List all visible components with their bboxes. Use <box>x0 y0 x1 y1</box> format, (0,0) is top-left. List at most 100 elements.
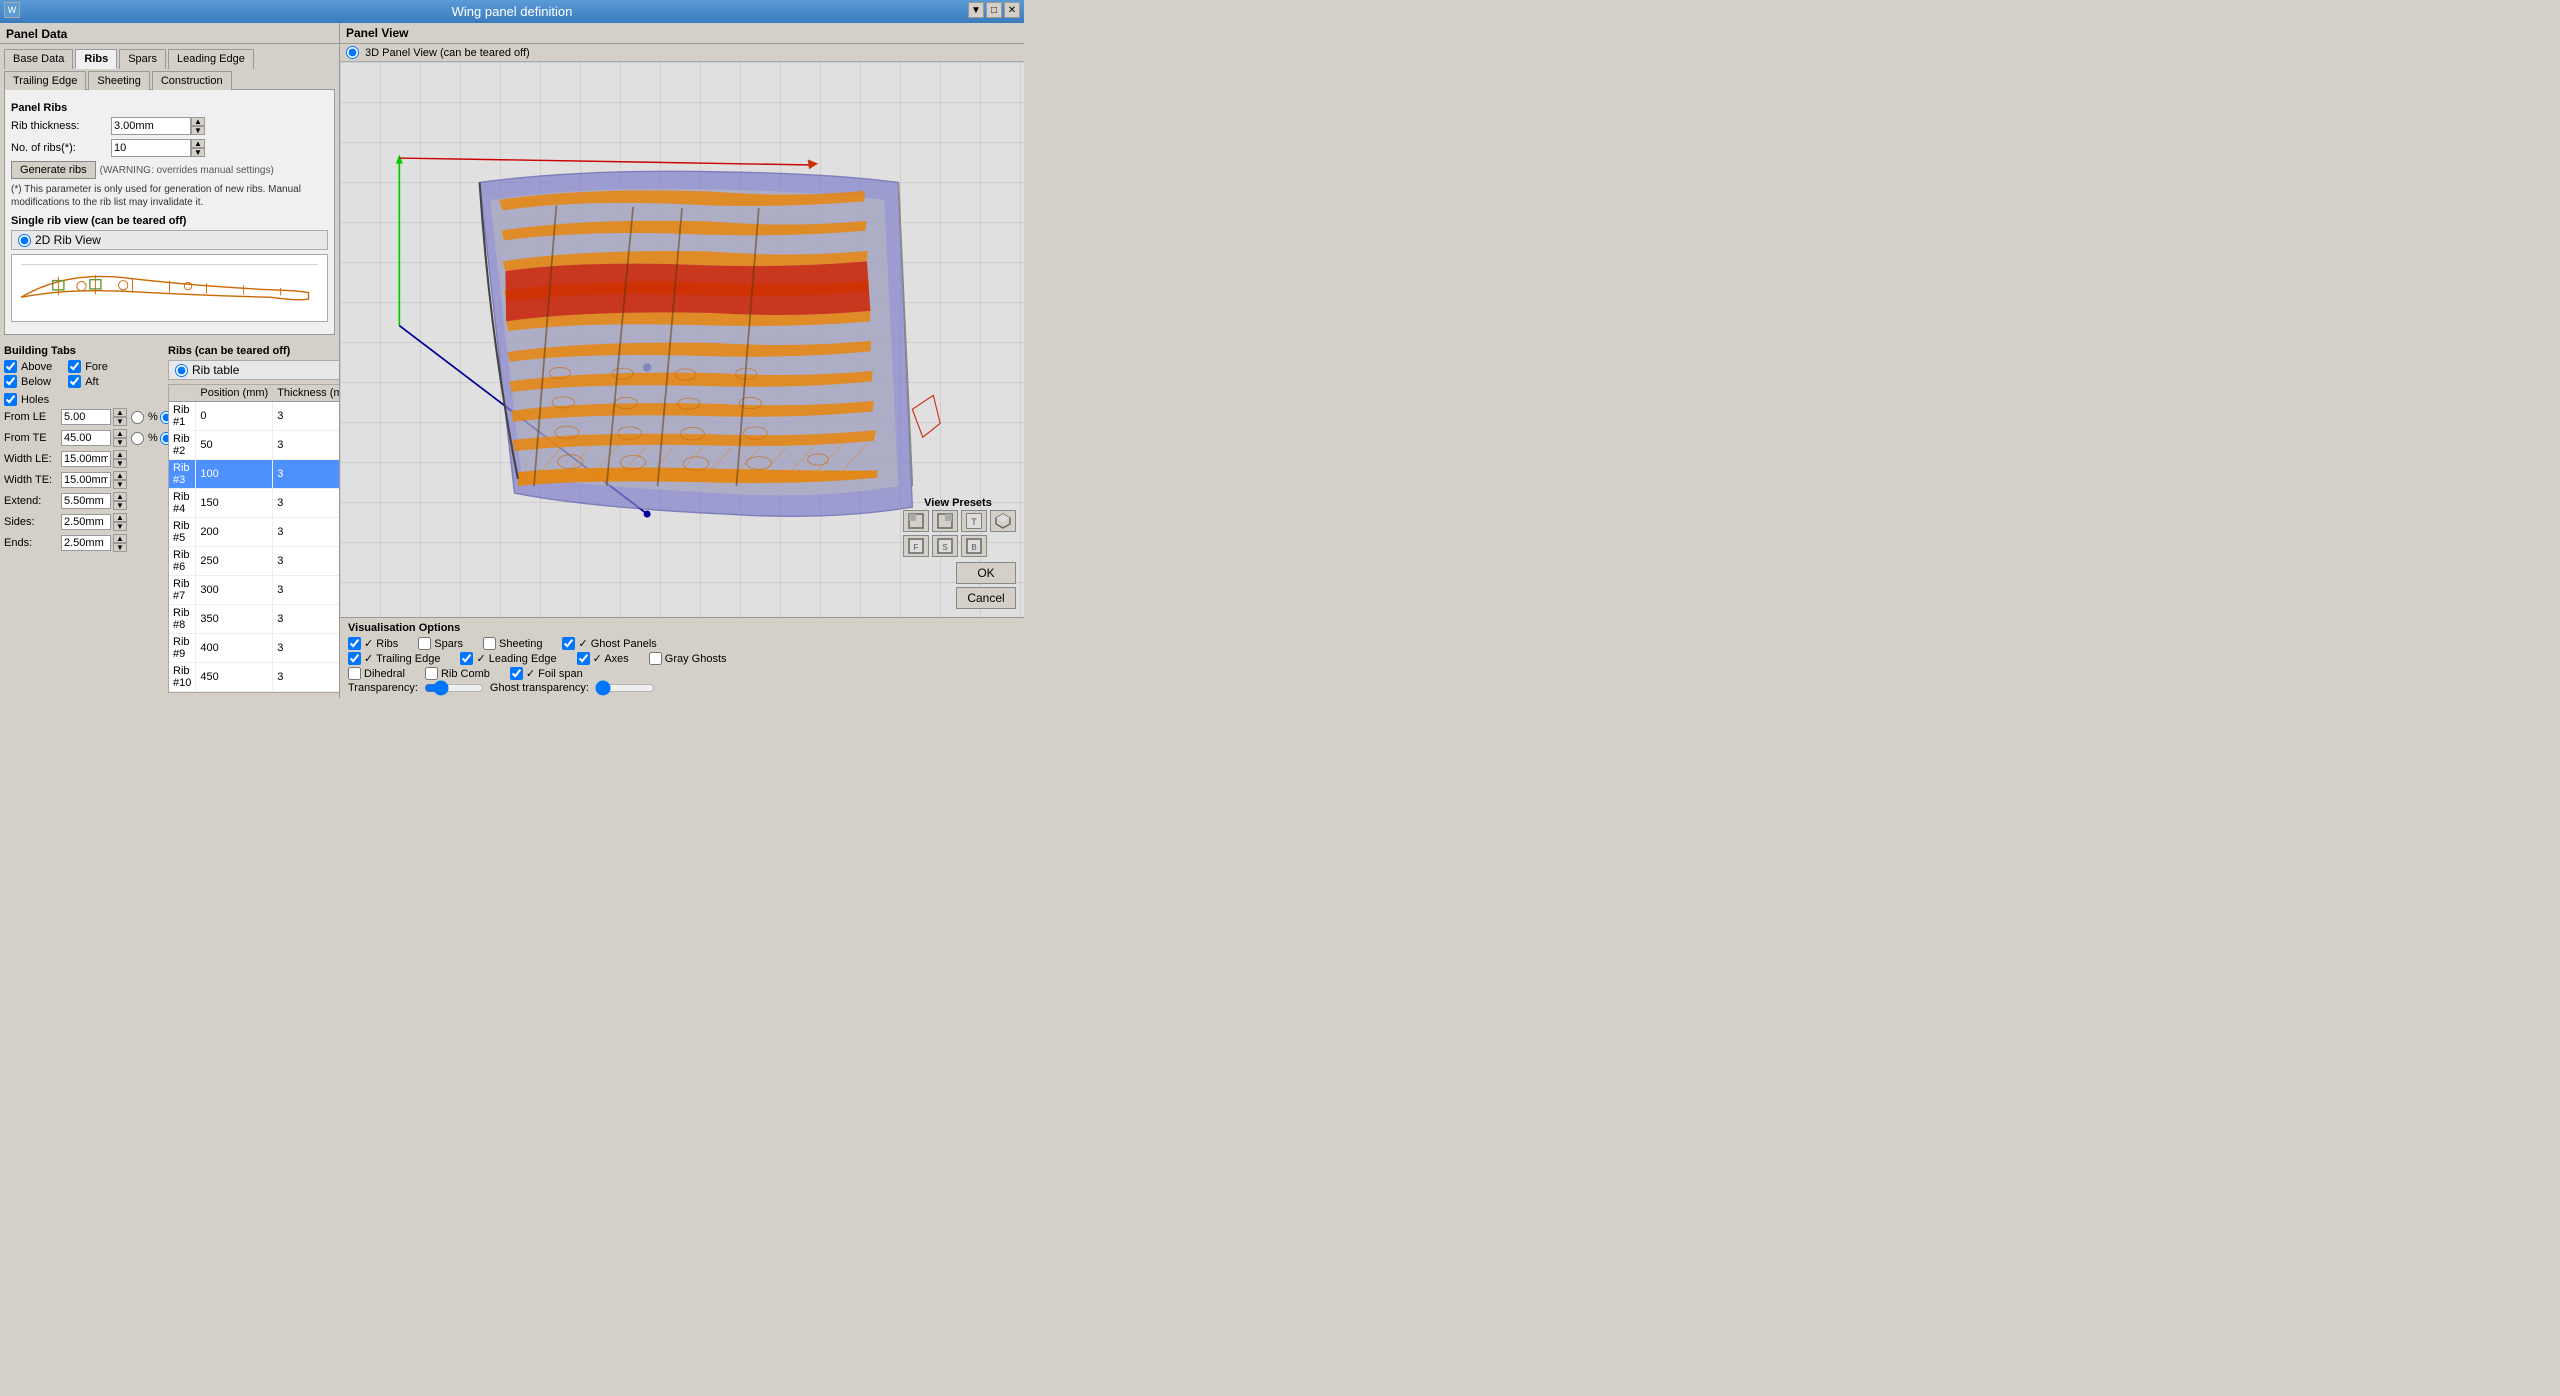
table-row[interactable]: Rib #1 0 3 <box>169 402 340 431</box>
extend-down[interactable]: ▼ <box>113 501 127 510</box>
width-te-input[interactable] <box>61 472 111 488</box>
no-of-ribs-input[interactable] <box>111 139 191 157</box>
aft-checkbox[interactable] <box>68 375 81 388</box>
table-row[interactable]: Rib #8 350 3 <box>169 605 340 634</box>
extend-input[interactable] <box>61 493 111 509</box>
window-title: Wing panel definition <box>452 4 573 19</box>
preset-topleft-button[interactable] <box>903 510 929 532</box>
above-label: Above <box>21 361 52 373</box>
rib-thickness-up[interactable]: ▲ <box>191 117 205 126</box>
holes-checkbox[interactable] <box>4 393 17 406</box>
from-le-pct-radio[interactable] <box>131 411 144 424</box>
viz-rib-comb-checkbox[interactable] <box>425 667 438 680</box>
width-te-down[interactable]: ▼ <box>113 480 127 489</box>
minimize-button[interactable]: ▼ <box>968 2 984 18</box>
tab-base-data[interactable]: Base Data <box>4 49 73 69</box>
rib-table-radio-panel: Rib table <box>168 360 340 380</box>
from-te-down[interactable]: ▼ <box>113 438 127 447</box>
rib-thickness-spinner: ▲ ▼ <box>191 117 205 135</box>
table-row[interactable]: Rib #2 50 3 <box>169 431 340 460</box>
cancel-button[interactable]: Cancel <box>956 587 1016 609</box>
viz-foil-span-checkbox[interactable] <box>510 667 523 680</box>
tab-leading-edge[interactable]: Leading Edge <box>168 49 254 69</box>
table-row[interactable]: Rib #5 200 3 <box>169 518 340 547</box>
ok-button[interactable]: OK <box>956 562 1016 584</box>
table-row[interactable]: Rib #10 450 3 <box>169 663 340 692</box>
from-le-input[interactable] <box>61 409 111 425</box>
svg-text:F: F <box>914 543 919 552</box>
viz-leading-edge: ✓ Leading Edge <box>460 652 556 665</box>
preset-back-button[interactable]: B <box>961 535 987 557</box>
from-le-down[interactable]: ▼ <box>113 417 127 426</box>
sides-up[interactable]: ▲ <box>113 513 127 522</box>
preset-side-button[interactable]: S <box>932 535 958 557</box>
viz-ghost-panels-checkbox[interactable] <box>562 637 575 650</box>
ends-up[interactable]: ▲ <box>113 534 127 543</box>
rib-thickness-down[interactable]: ▼ <box>191 126 205 135</box>
width-le-down[interactable]: ▼ <box>113 459 127 468</box>
table-row[interactable]: Rib #3 100 3 <box>169 460 340 489</box>
rib-thickness-input[interactable] <box>111 117 191 135</box>
rib-2d-radio[interactable] <box>18 234 31 247</box>
sides-down[interactable]: ▼ <box>113 522 127 531</box>
sides-input[interactable] <box>61 514 111 530</box>
generate-ribs-button[interactable]: Generate ribs <box>11 161 96 179</box>
viz-axes-checkbox[interactable] <box>577 652 590 665</box>
preset-iso-button[interactable] <box>990 510 1016 532</box>
tab-construction[interactable]: Construction <box>152 71 232 90</box>
maximize-button[interactable]: □ <box>986 2 1002 18</box>
viz-dihedral-checkbox[interactable] <box>348 667 361 680</box>
rib-thickness-label: Rib thickness: <box>11 120 111 132</box>
viz-leading-edge-checkbox[interactable] <box>460 652 473 665</box>
viz-spars-checkbox[interactable] <box>418 637 431 650</box>
panel-view-title: Panel View <box>340 23 1024 44</box>
ends-down[interactable]: ▼ <box>113 543 127 552</box>
tab-ribs[interactable]: Ribs <box>75 49 117 69</box>
viz-ribs: ✓ Ribs <box>348 637 398 650</box>
above-checkbox[interactable] <box>4 360 17 373</box>
no-of-ribs-down[interactable]: ▼ <box>191 148 205 157</box>
width-le-input[interactable] <box>61 451 111 467</box>
width-te-up[interactable]: ▲ <box>113 471 127 480</box>
rib-2d-label: 2D Rib View <box>35 233 101 247</box>
preset-top-button[interactable]: T <box>961 510 987 532</box>
table-row[interactable]: Rib #9 400 3 <box>169 634 340 663</box>
viz-trailing-edge-checkbox[interactable] <box>348 652 361 665</box>
svg-text:T: T <box>971 517 977 527</box>
tab-content: Panel Ribs Rib thickness: ▲ ▼ No. of rib… <box>4 89 335 335</box>
transparency-slider[interactable] <box>424 682 484 694</box>
rib-name-cell: Rib #3 <box>169 460 196 489</box>
table-row[interactable]: Rib #4 150 3 <box>169 489 340 518</box>
viz-axes: ✓ Axes <box>577 652 629 665</box>
from-te-input[interactable] <box>61 430 111 446</box>
panel-3d-radio[interactable] <box>346 46 359 59</box>
rib-thickness-cell: 3 <box>273 576 340 605</box>
app-icon: W <box>4 2 20 18</box>
fore-checkbox[interactable] <box>68 360 81 373</box>
extend-up[interactable]: ▲ <box>113 492 127 501</box>
tab-spars[interactable]: Spars <box>119 49 166 69</box>
viz-gray-ghosts-checkbox[interactable] <box>649 652 662 665</box>
from-le-up[interactable]: ▲ <box>113 408 127 417</box>
ends-input[interactable] <box>61 535 111 551</box>
rib-table-radio[interactable] <box>175 364 188 377</box>
below-checkbox[interactable] <box>4 375 17 388</box>
tab-sheeting[interactable]: Sheeting <box>88 71 149 90</box>
close-button[interactable]: ✕ <box>1004 2 1020 18</box>
preset-topright-button[interactable] <box>932 510 958 532</box>
ribs-section: Ribs (can be teared off) Rib table Posit… <box>168 339 340 694</box>
from-te-pct-radio[interactable] <box>131 432 144 445</box>
table-row[interactable]: Rib #6 250 3 <box>169 547 340 576</box>
preset-front-button[interactable]: F <box>903 535 929 557</box>
viz-ribs-checkbox[interactable] <box>348 637 361 650</box>
ghost-transparency-slider[interactable] <box>595 682 655 694</box>
right-panel: Panel View 3D Panel View (can be teared … <box>340 23 1024 698</box>
width-le-up[interactable]: ▲ <box>113 450 127 459</box>
table-row[interactable]: Rib #7 300 3 <box>169 576 340 605</box>
tab-trailing-edge[interactable]: Trailing Edge <box>4 71 86 90</box>
from-te-up[interactable]: ▲ <box>113 429 127 438</box>
viz-sheeting-checkbox[interactable] <box>483 637 496 650</box>
no-of-ribs-up[interactable]: ▲ <box>191 139 205 148</box>
viz-spars: Spars <box>418 637 463 650</box>
rib-name-cell: Rib #4 <box>169 489 196 518</box>
